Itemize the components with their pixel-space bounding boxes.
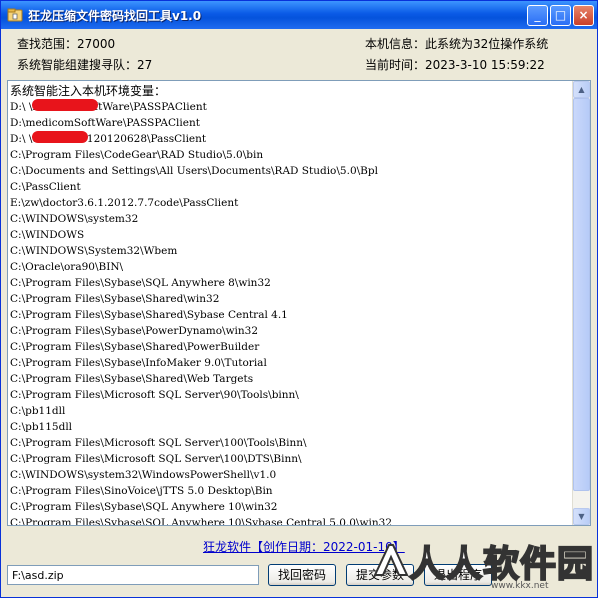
recover-password-button[interactable]: 找回密码 (268, 564, 336, 586)
title-bar[interactable]: 狂龙压缩文件密码找回工具v1.0 _ □ × (1, 1, 597, 29)
window-title: 狂龙压缩文件密码找回工具v1.0 (28, 9, 202, 23)
log-line: C:\pb115dll (10, 421, 73, 433)
search-range-label: 查找范围：27000 (17, 37, 116, 51)
log-line: C:\WINDOWS\System32\Wbem (10, 245, 178, 257)
log-line: C:\Program Files\CodeGear\RAD Studio\5.0… (10, 149, 264, 161)
log-line: C:\WINDOWS (10, 229, 85, 241)
log-line: C:\Program Files\Sybase\PowerDynamo\win3… (10, 325, 259, 337)
log-line: C:\Program Files\SinoVoice\jTTS 5.0 Desk… (10, 485, 273, 497)
log-line: D:\medicomSoftWare\PASSPAClient (10, 117, 200, 129)
log-line: C:\Program Files\Sybase\SQL Anywhere 10\… (10, 517, 392, 526)
log-line: C:\Program Files\Sybase\Shared\Web Targe… (10, 373, 254, 385)
log-line: C:\WINDOWS\system32\WindowsPowerShell\v1… (10, 469, 277, 481)
archive-path-input[interactable] (7, 565, 259, 585)
close-button[interactable]: × (573, 5, 594, 26)
app-window: 狂龙压缩文件密码找回工具v1.0 _ □ × 查找范围：27000 本机信息：此… (0, 0, 598, 598)
log-header: 系统智能注入本机环境变量： (10, 84, 167, 98)
current-time-label: 当前时间：2023-3-10 15:59:22 (365, 58, 545, 72)
redaction-mark (32, 99, 98, 111)
log-lines: 系统智能注入本机环境变量： D:\ \medicomSoftWare\PASSP… (10, 83, 570, 526)
app-icon (7, 8, 23, 22)
minimize-button[interactable]: _ (527, 5, 548, 26)
log-line: C:\Program Files\Sybase\Shared\Sybase Ce… (10, 309, 288, 321)
log-line: C:\Program Files\Sybase\SQL Anywhere 10\… (10, 501, 278, 513)
log-line: C:\Program Files\Microsoft SQL Server\10… (10, 437, 307, 449)
redaction-mark (32, 131, 88, 143)
watermark-text: 人人软件园 (408, 543, 595, 586)
watermark-logo-icon (373, 544, 409, 576)
vertical-scrollbar[interactable]: ▲ ▼ (572, 81, 590, 525)
log-line: D:\ \doctor3.6.120120628\PassClient (10, 133, 207, 145)
log-line: C:\Program Files\Sybase\InfoMaker 9.0\Tu… (10, 357, 267, 369)
scroll-thumb[interactable] (573, 98, 590, 491)
site-watermark: 人人软件园 www.kkx.net (371, 531, 595, 597)
maximize-button[interactable]: □ (550, 5, 571, 26)
log-line: C:\Program Files\Sybase\SQL Anywhere 8\w… (10, 277, 271, 289)
log-line: C:\PassClient (10, 181, 81, 193)
environment-log[interactable]: 系统智能注入本机环境变量： D:\ \medicomSoftWare\PASSP… (7, 80, 591, 526)
log-line: C:\pb11dll (10, 405, 66, 417)
log-line: C:\Oracle\ora90\BIN\ (10, 261, 124, 273)
scroll-down-arrow-icon[interactable]: ▼ (573, 508, 590, 525)
log-line: E:\zw\doctor3.6.1.2012.7.7code\PassClien… (10, 197, 239, 209)
watermark-url: www.kkx.net (491, 581, 549, 591)
log-line: C:\Program Files\Microsoft SQL Server\90… (10, 389, 299, 401)
scroll-up-arrow-icon[interactable]: ▲ (573, 81, 590, 98)
system-info-label: 本机信息：此系统为32位操作系统 (365, 37, 549, 51)
log-line: C:\Program Files\Sybase\Shared\PowerBuil… (10, 341, 260, 353)
search-team-label: 系统智能组建搜寻队：27 (17, 58, 153, 72)
log-line: C:\Program Files\Sybase\Shared\win32 (10, 293, 220, 305)
log-line: C:\Documents and Settings\All Users\Docu… (10, 165, 378, 177)
log-line: C:\Program Files\Microsoft SQL Server\10… (10, 453, 302, 465)
log-line: C:\WINDOWS\system32 (10, 213, 139, 225)
